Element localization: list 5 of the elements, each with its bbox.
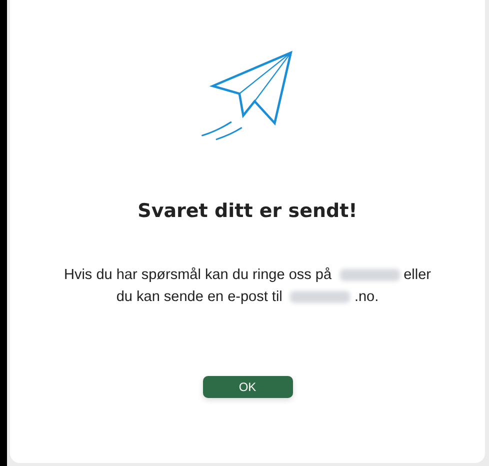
dialog-title: Svaret ditt er sendt! — [138, 200, 358, 222]
redacted-text — [340, 269, 400, 282]
ok-button[interactable]: OK — [202, 376, 292, 398]
contact-message: Hvis du har spørsmål kan du ringe oss på eller du kan sende en e-post til .no. — [64, 266, 431, 307]
redacted-text — [290, 291, 350, 304]
